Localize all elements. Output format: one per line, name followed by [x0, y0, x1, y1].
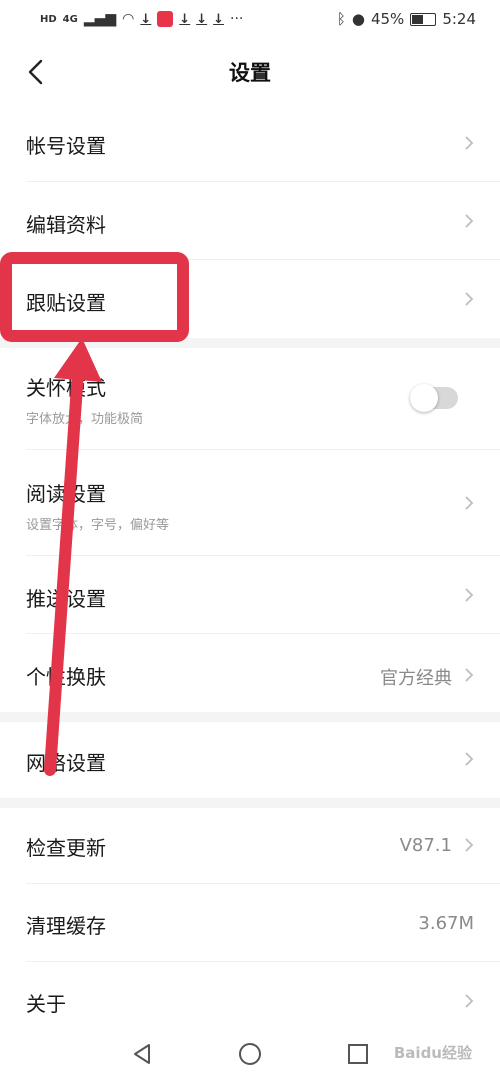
chevron-right-icon [462, 134, 476, 152]
row-follow-settings[interactable]: 跟贴设置 [0, 260, 500, 338]
row-push-settings[interactable]: 推送设置 [0, 556, 500, 634]
row-label: 关于 [26, 992, 66, 1016]
row-value: 3.67M [418, 913, 474, 934]
row-network-settings[interactable]: 网络设置 [0, 722, 500, 798]
section-gap [0, 712, 500, 722]
download-icon: ↓ [213, 11, 224, 27]
chevron-right-icon [462, 494, 476, 512]
back-button[interactable] [18, 54, 54, 90]
location-icon: ● [351, 10, 365, 28]
row-about[interactable]: 关于 [0, 962, 500, 1028]
row-clear-cache[interactable]: 清理缓存 3.67M [0, 884, 500, 962]
row-label: 推送设置 [26, 587, 106, 611]
chevron-right-icon [462, 992, 476, 1010]
chevron-right-icon [462, 586, 476, 604]
row-reading-settings[interactable]: 阅读设置 设置字体，字号，偏好等 [0, 450, 500, 556]
header: 设置 [0, 40, 500, 104]
row-check-update[interactable]: 检查更新 V87.1 [0, 808, 500, 884]
care-mode-toggle[interactable] [410, 384, 458, 412]
back-arrow-icon [28, 59, 43, 85]
row-subtitle: 设置字体，字号，偏好等 [26, 518, 170, 533]
download-icon: ↓ [196, 11, 208, 27]
signal-label: 4G [62, 13, 78, 25]
row-value: V87.1 [399, 835, 452, 856]
hd-indicator: HD [40, 13, 57, 25]
battery-percent: 45% [370, 10, 405, 28]
square-recents-icon [348, 1043, 368, 1064]
toggle-knob [410, 384, 438, 412]
triangle-back-icon [134, 1043, 150, 1064]
more-notifications-icon: ··· [230, 11, 244, 27]
row-value: 官方经典 [380, 668, 452, 689]
bluetooth-icon: ᛒ [336, 10, 346, 28]
row-label: 跟贴设置 [26, 291, 106, 315]
signal-icon: ▂▄▆ [83, 11, 117, 27]
chevron-right-icon [462, 836, 476, 854]
row-label: 清理缓存 [26, 914, 106, 938]
section-gap [0, 338, 500, 348]
row-account-settings[interactable]: 帐号设置 [0, 104, 500, 182]
chevron-right-icon [462, 750, 476, 768]
row-label: 关怀模式 [26, 376, 106, 400]
nav-recents-button[interactable] [346, 1042, 370, 1070]
chevron-right-icon [462, 290, 476, 308]
download-icon: ↓ [179, 11, 191, 27]
download-icon: ↓ [140, 11, 152, 27]
nav-home-button[interactable] [238, 1042, 262, 1070]
wifi-icon: ◠ [122, 11, 135, 27]
row-label: 个性换肤 [26, 665, 106, 689]
row-label: 帐号设置 [26, 134, 106, 158]
status-right: ᛒ ● 45% 5:24 [337, 10, 476, 28]
chevron-right-icon [462, 212, 476, 230]
row-label: 网络设置 [26, 751, 106, 775]
page-title: 设置 [229, 61, 271, 85]
app-notification-icon [157, 11, 174, 27]
circle-home-icon [239, 1042, 261, 1065]
row-theme-skin[interactable]: 个性换肤 官方经典 [0, 634, 500, 712]
nav-back-button[interactable] [130, 1042, 154, 1070]
row-label: 编辑资料 [26, 213, 106, 237]
row-subtitle: 字体放大，功能极简 [26, 412, 144, 427]
row-care-mode: 关怀模式 字体放大，功能极简 [0, 348, 500, 450]
clock: 5:24 [442, 10, 476, 28]
status-left: HD 4G ▂▄▆ ◠ ↓ ↓ ↓ ↓ ··· [40, 11, 243, 27]
row-edit-profile[interactable]: 编辑资料 [0, 182, 500, 260]
row-label: 检查更新 [26, 836, 106, 860]
section-gap [0, 798, 500, 808]
watermark: Baidu经验 [393, 1044, 472, 1062]
battery-icon [410, 12, 437, 26]
status-bar: HD 4G ▂▄▆ ◠ ↓ ↓ ↓ ↓ ··· ᛒ ● 45% 5:24 [0, 0, 500, 38]
row-label: 阅读设置 [26, 482, 106, 506]
chevron-right-icon [462, 666, 476, 684]
